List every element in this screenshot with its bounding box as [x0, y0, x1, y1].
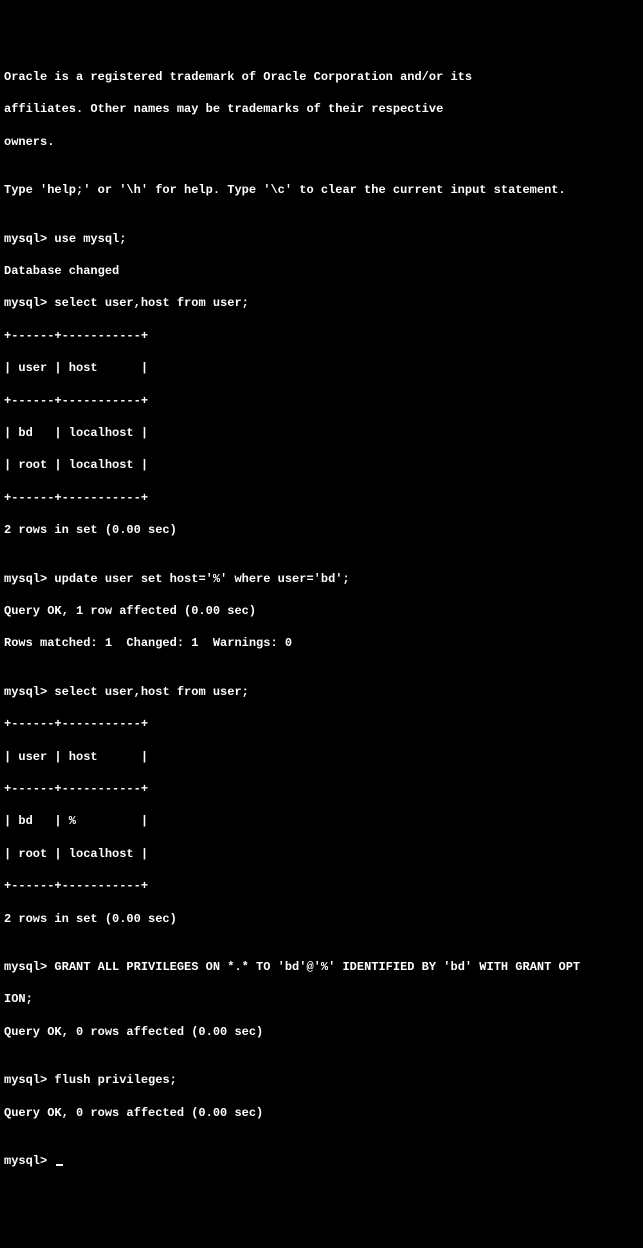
prompt-select-1: mysql> select user,host from user; — [4, 295, 639, 311]
cmd-select-1: select user,host from user; — [54, 296, 248, 310]
resp-query-ok: Query OK, 0 rows affected (0.00 sec) — [4, 1105, 639, 1121]
table-border: +------+-----------+ — [4, 878, 639, 894]
resp-rows-matched: Rows matched: 1 Changed: 1 Warnings: 0 — [4, 635, 639, 651]
cmd-use-db: use mysql; — [54, 232, 126, 246]
cursor-icon — [56, 1164, 63, 1166]
intro-line-3: owners. — [4, 134, 639, 150]
prompt-use-db: mysql> use mysql; — [4, 231, 639, 247]
prompt-grant: mysql> GRANT ALL PRIVILEGES ON *.* TO 'b… — [4, 959, 639, 975]
table-border: +------+-----------+ — [4, 328, 639, 344]
table-header: | user | host | — [4, 749, 639, 765]
table-border: +------+-----------+ — [4, 716, 639, 732]
prompt-select-2: mysql> select user,host from user; — [4, 684, 639, 700]
rows-in-set: 2 rows in set (0.00 sec) — [4, 911, 639, 927]
resp-db-changed: Database changed — [4, 263, 639, 279]
cmd-update: update user set host='%' where user='bd'… — [54, 572, 349, 586]
help-line: Type 'help;' or '\h' for help. Type '\c'… — [4, 182, 639, 198]
table-row: | root | localhost | — [4, 846, 639, 862]
resp-query-ok: Query OK, 0 rows affected (0.00 sec) — [4, 1024, 639, 1040]
table-border: +------+-----------+ — [4, 781, 639, 797]
prompt-current[interactable]: mysql> — [4, 1153, 639, 1169]
table-row: | root | localhost | — [4, 457, 639, 473]
table-row: | bd | localhost | — [4, 425, 639, 441]
prompt: mysql> — [4, 232, 47, 246]
prompt: mysql> — [4, 685, 47, 699]
rows-in-set: 2 rows in set (0.00 sec) — [4, 522, 639, 538]
resp-query-ok: Query OK, 1 row affected (0.00 sec) — [4, 603, 639, 619]
cmd-select-2: select user,host from user; — [54, 685, 248, 699]
table-header: | user | host | — [4, 360, 639, 376]
cmd-grant-2: ION; — [4, 991, 639, 1007]
cmd-flush: flush privileges; — [54, 1073, 176, 1087]
table-border: +------+-----------+ — [4, 490, 639, 506]
prompt: mysql> — [4, 1073, 47, 1087]
prompt: mysql> — [4, 572, 47, 586]
prompt-update: mysql> update user set host='%' where us… — [4, 571, 639, 587]
prompt: mysql> — [4, 1154, 47, 1168]
cmd-grant-1: GRANT ALL PRIVILEGES ON *.* TO 'bd'@'%' … — [54, 960, 580, 974]
prompt: mysql> — [4, 296, 47, 310]
table-border: +------+-----------+ — [4, 393, 639, 409]
intro-line-2: affiliates. Other names may be trademark… — [4, 101, 639, 117]
table-row: | bd | % | — [4, 813, 639, 829]
intro-line-1: Oracle is a registered trademark of Orac… — [4, 69, 639, 85]
prompt-flush: mysql> flush privileges; — [4, 1072, 639, 1088]
prompt: mysql> — [4, 960, 47, 974]
